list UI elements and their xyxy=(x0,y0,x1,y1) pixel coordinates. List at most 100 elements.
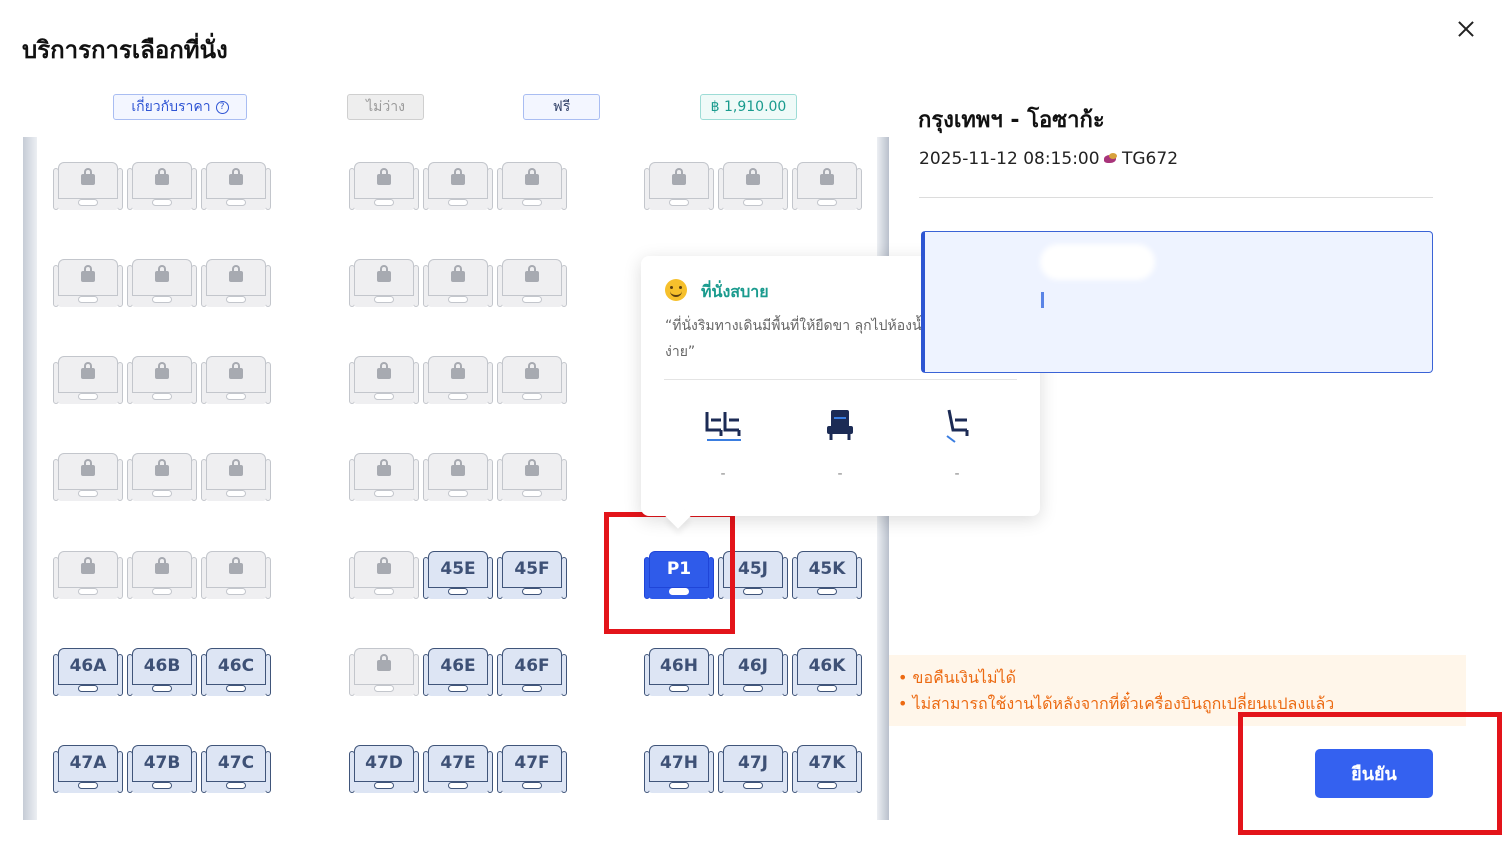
seat-label: 45K xyxy=(808,559,846,579)
feature-width: - xyxy=(800,406,880,482)
seat-locked xyxy=(348,259,420,309)
seat-label: 47F xyxy=(514,753,550,773)
lock-icon xyxy=(377,362,391,379)
seat-locked xyxy=(348,162,420,212)
seat-locked xyxy=(126,259,198,309)
seat-locked xyxy=(52,162,124,212)
seat-locked xyxy=(791,162,863,212)
seat-47k[interactable]: 47K xyxy=(791,745,863,795)
feature-legroom-value: - xyxy=(720,466,726,482)
seat-locked xyxy=(126,356,198,406)
lock-icon xyxy=(81,459,95,476)
seat-46c[interactable]: 46C xyxy=(200,648,272,698)
seat-45k[interactable]: 45K xyxy=(791,551,863,601)
question-icon: ? xyxy=(215,100,229,114)
recline-seat-icon xyxy=(946,409,969,443)
legroom-seat-icon xyxy=(705,412,741,441)
feature-recline-value: - xyxy=(954,466,960,482)
seat-locked xyxy=(52,551,124,601)
seat-locked xyxy=(348,453,420,503)
lock-icon xyxy=(229,557,243,574)
seat-47d[interactable]: 47D xyxy=(348,745,420,795)
seat-label: 46E xyxy=(440,656,476,676)
cabin-wall-left xyxy=(23,137,37,820)
dialog-title: บริการการเลือกที่นั่ง xyxy=(22,36,228,64)
seat-label: 45E xyxy=(440,559,476,579)
passenger-name-redacted xyxy=(1040,244,1155,280)
price-info-legend[interactable]: เกี่ยวกับราคา ? xyxy=(113,94,247,120)
seat-45e[interactable]: 45E xyxy=(422,551,494,601)
seat-width-icon xyxy=(827,410,853,440)
seat-locked xyxy=(422,453,494,503)
lock-icon xyxy=(229,265,243,282)
seat-47a[interactable]: 47A xyxy=(52,745,124,795)
flight-route: กรุงเทพฯ - โอซาก้ะ xyxy=(918,108,1105,133)
seat-label: 47A xyxy=(69,753,107,773)
seat-locked xyxy=(422,259,494,309)
seat-47f[interactable]: 47F xyxy=(496,745,568,795)
seat-locked xyxy=(200,551,272,601)
close-icon[interactable] xyxy=(1452,16,1480,44)
lock-icon xyxy=(81,362,95,379)
seat-locked xyxy=(126,453,198,503)
seat-47e[interactable]: 47E xyxy=(422,745,494,795)
seat-46e[interactable]: 46E xyxy=(422,648,494,698)
seat-locked xyxy=(52,356,124,406)
lock-icon xyxy=(525,265,539,282)
seat-47b[interactable]: 47B xyxy=(126,745,198,795)
seat-locked xyxy=(348,356,420,406)
seat-label: 47J xyxy=(738,753,768,773)
seat-locked xyxy=(496,453,568,503)
passenger-card[interactable] xyxy=(921,231,1433,373)
lock-icon xyxy=(155,168,169,185)
free-legend: ฟรี xyxy=(523,94,600,120)
seat-locked xyxy=(200,162,272,212)
lock-icon xyxy=(451,168,465,185)
seat-label: 46F xyxy=(514,656,550,676)
seat-46b[interactable]: 46B xyxy=(126,648,198,698)
seat-45f[interactable]: 45F xyxy=(496,551,568,601)
smile-icon xyxy=(665,279,687,301)
seat-46j[interactable]: 46J xyxy=(717,648,789,698)
price-info-label: เกี่ยวกับราคา xyxy=(131,99,211,115)
seat-locked xyxy=(643,162,715,212)
seat-46k[interactable]: 46K xyxy=(791,648,863,698)
lock-icon xyxy=(746,168,760,185)
seat-label: 46K xyxy=(808,656,846,676)
flight-datetime: 2025-11-12 08:15:00 xyxy=(919,149,1100,169)
seat-label: 47E xyxy=(440,753,476,773)
seat-locked xyxy=(348,648,420,698)
seat-label: 47B xyxy=(143,753,181,773)
flight-number: TG672 xyxy=(1103,149,1178,169)
seat-label: 47C xyxy=(217,753,255,773)
seat-label: 47D xyxy=(365,753,403,773)
seat-47h[interactable]: 47H xyxy=(643,745,715,795)
lock-icon xyxy=(525,168,539,185)
lock-icon xyxy=(451,265,465,282)
lock-icon xyxy=(377,265,391,282)
lock-icon xyxy=(155,265,169,282)
seat-locked xyxy=(126,551,198,601)
lock-icon xyxy=(451,459,465,476)
seat-locked xyxy=(496,162,568,212)
highlight-confirm-button xyxy=(1238,712,1502,835)
seat-46a[interactable]: 46A xyxy=(52,648,124,698)
lock-icon xyxy=(377,654,391,671)
seat-47j[interactable]: 47J xyxy=(717,745,789,795)
tooltip-title: ที่นั่งสบาย xyxy=(701,282,769,301)
airline-logo-icon xyxy=(1103,152,1119,166)
lock-icon xyxy=(525,362,539,379)
lock-icon xyxy=(229,459,243,476)
lock-icon xyxy=(525,459,539,476)
lock-icon xyxy=(81,557,95,574)
seat-46h[interactable]: 46H xyxy=(643,648,715,698)
seat-locked xyxy=(717,162,789,212)
seat-label: 45F xyxy=(514,559,550,579)
seat-locked xyxy=(496,259,568,309)
info-divider xyxy=(919,197,1433,198)
seat-locked xyxy=(200,453,272,503)
seat-selection-dialog: บริการการเลือกที่นั่ง เกี่ยวกับราคา ? ไม… xyxy=(0,0,1502,867)
seat-47c[interactable]: 47C xyxy=(200,745,272,795)
lock-icon xyxy=(672,168,686,185)
seat-46f[interactable]: 46F xyxy=(496,648,568,698)
